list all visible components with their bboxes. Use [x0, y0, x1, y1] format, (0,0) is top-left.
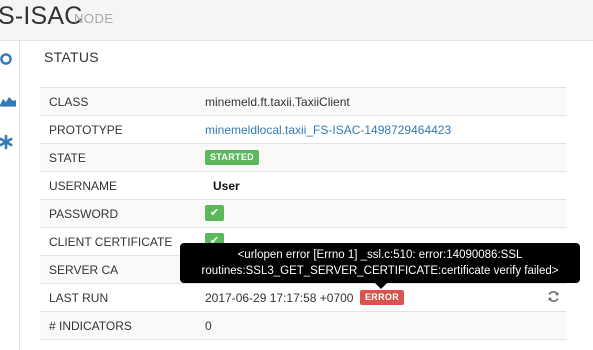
password-check-icon: ✔ — [205, 205, 224, 221]
row-label: PASSWORD — [49, 207, 119, 221]
circle-icon[interactable] — [0, 50, 18, 68]
indicators-count: 0 — [205, 319, 212, 333]
status-panel-title: STATUS — [44, 49, 99, 65]
tooltip-arrow — [375, 283, 387, 289]
last-run-value: 2017-06-29 17:17:58 +0700 — [205, 291, 354, 305]
row-label: PROTOTYPE — [49, 123, 123, 137]
node-header: S-ISAC NODE — [0, 0, 593, 41]
sidebar — [0, 41, 20, 350]
tooltip-line-2: routines:SSL3_GET_SERVER_CERTIFICATE:cer… — [201, 265, 559, 277]
table-row-state: STATE STARTED — [40, 144, 566, 172]
row-label: LAST RUN — [49, 291, 109, 305]
status-table: CLASS minemeld.ft.taxii.TaxiiClient PROT… — [40, 87, 566, 340]
tooltip-line-1: <urlopen error [Errno 1] _ssl.c:510: err… — [237, 249, 523, 261]
node-title: S-ISAC — [0, 2, 83, 30]
node-subtitle: NODE — [74, 11, 114, 26]
row-label: # INDICATORS — [49, 319, 132, 333]
table-row-class: CLASS minemeld.ft.taxii.TaxiiClient — [40, 88, 566, 116]
area-chart-icon[interactable] — [0, 91, 18, 109]
table-row-indicators: # INDICATORS 0 — [40, 312, 566, 340]
table-row-password: PASSWORD ✔ — [40, 200, 566, 228]
row-label: SERVER CA — [49, 263, 119, 277]
row-label: CLIENT CERTIFICATE — [49, 235, 173, 249]
error-tooltip: <urlopen error [Errno 1] _ssl.c:510: err… — [180, 243, 580, 283]
row-label: USERNAME — [49, 179, 118, 193]
error-badge[interactable]: ERROR — [360, 290, 405, 305]
table-row-username: USERNAME User — [40, 172, 566, 200]
row-label: CLASS — [49, 95, 89, 109]
state-badge: STARTED — [205, 150, 259, 165]
prototype-link[interactable]: minemeldlocal.taxii_FS-ISAC-149872946442… — [205, 123, 451, 137]
class-value: minemeld.ft.taxii.TaxiiClient — [205, 95, 350, 109]
table-row-prototype: PROTOTYPE minemeldlocal.taxii_FS-ISAC-14… — [40, 116, 566, 144]
table-row-last-run: LAST RUN 2017-06-29 17:17:58 +0700 ERROR — [40, 284, 566, 312]
refresh-icon[interactable] — [547, 290, 560, 303]
row-label: STATE — [49, 151, 86, 165]
asterisk-icon[interactable] — [0, 133, 18, 151]
username-value: User — [213, 179, 240, 193]
